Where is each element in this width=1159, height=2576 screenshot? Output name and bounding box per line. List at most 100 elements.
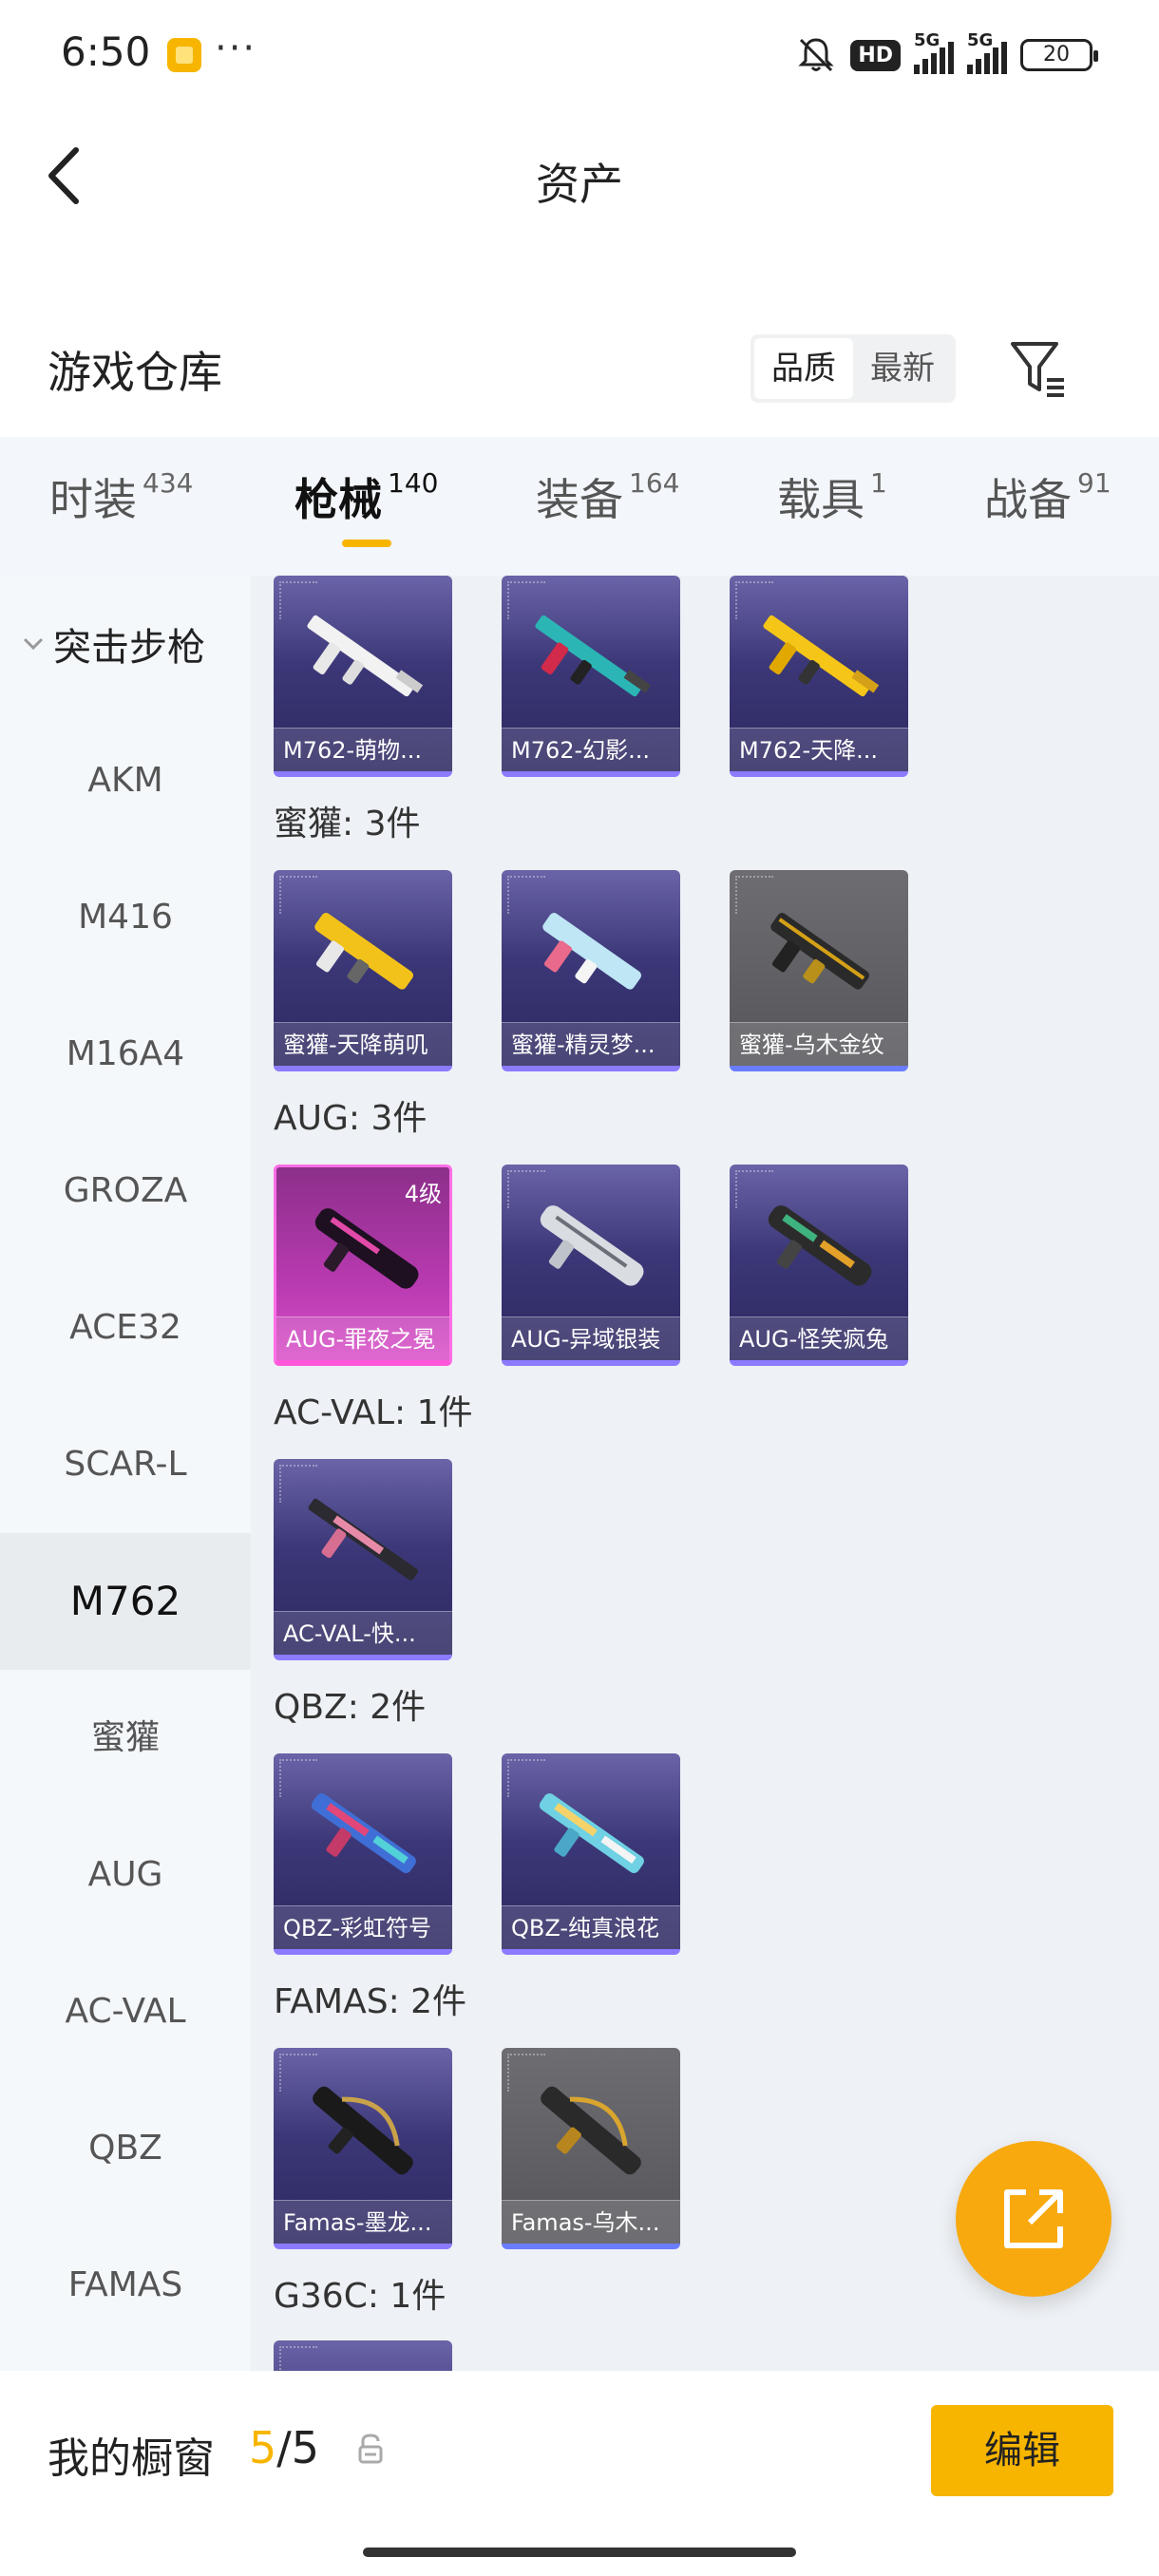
skin-name: Famas-乌木... (502, 2200, 680, 2244)
skin-name: 蜜獾-乌木金纹 (730, 1022, 908, 1066)
skin-card[interactable]: 蜜獾-精灵梦... (502, 870, 680, 1071)
skin-name: 蜜獾-天降萌叽 (274, 1022, 452, 1066)
section-title: 游戏仓库 (48, 347, 222, 398)
rifle-icon (535, 615, 652, 697)
rifle-icon (763, 615, 880, 697)
tab-vehicles[interactable]: 载具 1 (777, 465, 887, 528)
more-notifications-icon: ··· (215, 27, 257, 70)
sidebar-item-honey-badger[interactable]: 蜜獾 (0, 1670, 251, 1807)
weapon-sidebar: 突击步枪 AKM M416 M16A4 GROZA ACE32 SCAR-L M… (0, 576, 251, 2371)
sidebar-item-m762[interactable]: M762 (0, 1533, 251, 1670)
sidebar-group-assault-rifles[interactable]: 突击步枪 (0, 576, 251, 712)
rifle-icon (542, 913, 642, 990)
tab-count: 434 (142, 467, 194, 499)
skin-card[interactable]: 蜜獾-乌木金纹 (730, 870, 908, 1071)
tab-label: 战备 (984, 474, 1072, 525)
share-button[interactable] (956, 2141, 1112, 2297)
skin-card[interactable]: AUG-异域银装 (502, 1165, 680, 1366)
edit-button[interactable]: 编辑 (931, 2405, 1113, 2496)
sort-by-quality[interactable]: 品质 (754, 338, 853, 399)
skin-card[interactable]: QBZ-彩虹符号 (274, 1753, 452, 1955)
group-label-g36c: G36C: 1件 (274, 2277, 446, 2316)
rifle-icon (768, 1205, 872, 1286)
skin-name: AUG-怪笑疯兔 (730, 1316, 908, 1360)
sort-by-newest[interactable]: 最新 (853, 338, 952, 399)
network-type-label: 5G (914, 30, 940, 50)
sidebar-item-m416[interactable]: M416 (0, 849, 251, 986)
skin-card[interactable]: M762-天降... (730, 576, 908, 777)
home-indicator[interactable] (363, 2548, 796, 2557)
skin-name: AUG-罪夜之冕 (276, 1316, 449, 1360)
skin-card[interactable]: QBZ-纯真浪花 (502, 1753, 680, 1955)
tab-label: 载具 (777, 474, 864, 525)
showcase-bar: 我的橱窗 5/5 编辑 (0, 2371, 1159, 2576)
category-tabs: 时装 434 枪械 140 装备 164 载具 1 战备 91 (0, 437, 1159, 576)
showcase-count-current: 5 (249, 2422, 277, 2473)
showcase-count: 5/5 (249, 2422, 319, 2473)
lock-icon (358, 2434, 383, 2464)
weapon-grid: M762-萌物... M762-幻影... M762-天降... 蜜獾: 3件 … (251, 576, 1159, 2371)
rifle-icon (540, 1205, 644, 1286)
rifle-icon (313, 2086, 413, 2175)
external-link-icon (1004, 2189, 1063, 2248)
tab-supplies[interactable]: 战备 91 (984, 465, 1112, 528)
skin-card[interactable]: M762-幻影... (502, 576, 680, 777)
skin-card[interactable] (274, 2340, 452, 2371)
filter-icon (1011, 342, 1064, 397)
sidebar-item-groza[interactable]: GROZA (0, 1123, 251, 1260)
tab-firearms[interactable]: 枪械 140 (294, 465, 438, 528)
network-type-label: 5G (967, 30, 994, 50)
showcase-title: 我的橱窗 (48, 2434, 215, 2483)
skin-card[interactable]: M762-萌物... (274, 576, 452, 777)
status-bar: 6:50 ··· HD 5G 5G 20 (0, 0, 1159, 114)
active-tab-indicator (342, 540, 391, 547)
skin-card[interactable]: AC-VAL-快... (274, 1459, 452, 1660)
skin-name: AC-VAL-快... (274, 1611, 452, 1655)
sidebar-item-akm[interactable]: AKM (0, 712, 251, 849)
skin-card[interactable]: AUG-怪笑疯兔 (730, 1165, 908, 1366)
group-label-aug: AUG: 3件 (274, 1099, 428, 1138)
sidebar-item-famas[interactable]: FAMAS (0, 2217, 251, 2354)
group-label-qbz: QBZ: 2件 (274, 1688, 427, 1727)
nav-bar: 资产 (0, 114, 1159, 237)
sidebar-item-ac-val[interactable]: AC-VAL (0, 1943, 251, 2080)
rifle-icon (541, 2086, 641, 2175)
assets-page: 6:50 ··· HD 5G 5G 20 资产 游戏仓库 品质 最新 时装 43… (0, 0, 1159, 2576)
sidebar-item-qbz[interactable]: QBZ (0, 2080, 251, 2217)
skin-card[interactable]: 4级 AUG-罪夜之冕 (274, 1165, 452, 1366)
showcase-count-total: 5 (291, 2422, 320, 2473)
sidebar-item-scar-l[interactable]: SCAR-L (0, 1396, 251, 1533)
skin-name: Famas-墨龙... (274, 2200, 452, 2244)
skin-name: M762-天降... (730, 728, 908, 771)
page-title: 资产 (536, 159, 623, 210)
group-label-ac-val: AC-VAL: 1件 (274, 1393, 473, 1432)
sidebar-item-ace32[interactable]: ACE32 (0, 1260, 251, 1396)
skin-card[interactable]: 蜜獾-天降萌叽 (274, 870, 452, 1071)
signal-icon-2: 5G (967, 30, 1007, 74)
skin-card[interactable]: Famas-乌木... (502, 2048, 680, 2249)
tab-label: 时装 (49, 474, 137, 525)
tab-equipment[interactable]: 装备 164 (536, 465, 679, 528)
sort-toggle: 品质 最新 (750, 334, 956, 403)
skin-name: QBZ-纯真浪花 (502, 1905, 680, 1949)
skin-card[interactable]: Famas-墨龙... (274, 2048, 452, 2249)
tab-label: 装备 (536, 474, 623, 525)
chevron-down-icon (23, 637, 44, 651)
rifle-icon (539, 1792, 644, 1873)
sidebar-item-m16a4[interactable]: M16A4 (0, 986, 251, 1123)
skin-name: M762-幻影... (502, 728, 680, 771)
battery-icon: 20 (1020, 39, 1098, 71)
signal-icon-1: 5G (914, 30, 954, 74)
rifle-icon (770, 913, 870, 990)
hd-voice-icon: HD (850, 39, 901, 71)
tab-fashion[interactable]: 时装 434 (49, 465, 193, 528)
filter-button[interactable] (1007, 336, 1068, 401)
notification-app-icon (167, 38, 201, 72)
group-label-famas: FAMAS: 2件 (274, 1982, 467, 2021)
mute-icon (795, 34, 837, 76)
rifle-icon (308, 1498, 419, 1581)
skin-name: QBZ-彩虹符号 (274, 1905, 452, 1949)
tab-label: 枪械 (294, 474, 382, 525)
status-icons: HD 5G 5G 20 (795, 30, 1098, 76)
sidebar-item-aug[interactable]: AUG (0, 1807, 251, 1943)
